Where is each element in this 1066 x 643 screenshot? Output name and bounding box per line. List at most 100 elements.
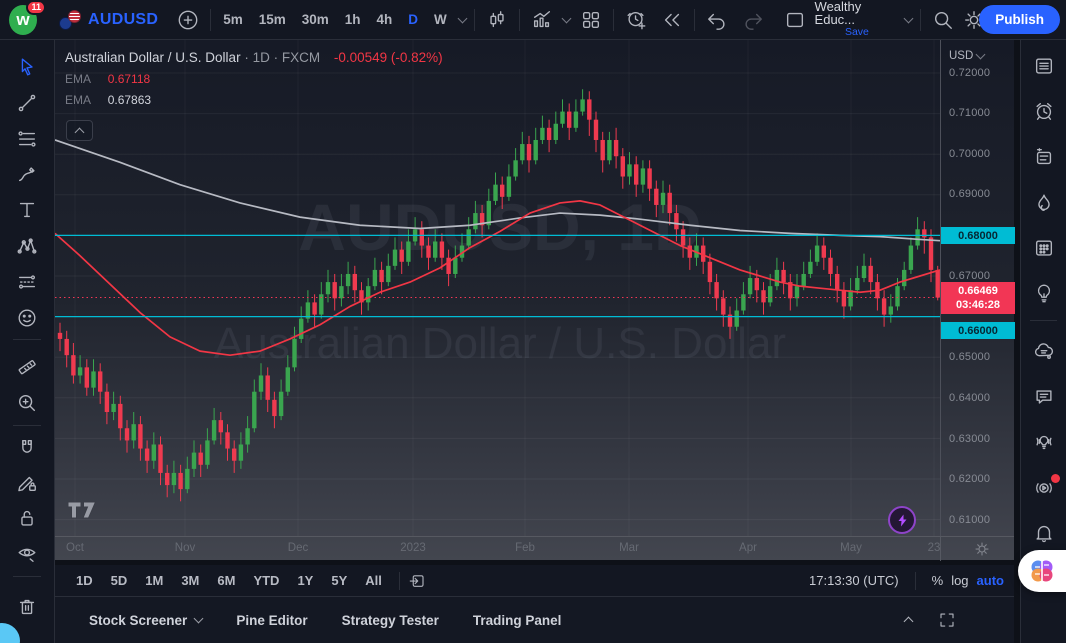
tool-ruler[interactable]: [9, 350, 45, 384]
tool-trend-line[interactable]: [9, 86, 45, 120]
goto-date-button[interactable]: [408, 572, 426, 590]
app-logo[interactable]: w 11: [9, 0, 46, 35]
range-5d[interactable]: 5D: [102, 573, 137, 588]
chart-area[interactable]: AUDUSD, 1D Australian Dollar / U.S. Dolla…: [55, 40, 1015, 561]
tool-brush[interactable]: [9, 157, 45, 191]
compare-add-button[interactable]: [170, 5, 206, 35]
tool-drawing-edit-lock[interactable]: [9, 466, 45, 500]
symbol-switcher[interactable]: AUDUSD: [59, 9, 158, 30]
panel-expand-button[interactable]: [903, 613, 914, 628]
time-axis[interactable]: Oct Nov Dec 2023 Feb Mar Apr May 23: [55, 536, 1014, 561]
range-3m[interactable]: 3M: [172, 573, 208, 588]
tab-stock-screener[interactable]: Stock Screener: [89, 613, 204, 628]
ema-row-2[interactable]: EMA 0.67863: [65, 93, 443, 107]
tool-cursor[interactable]: [9, 50, 45, 84]
sidebar-streams[interactable]: [1026, 471, 1062, 505]
layout-title[interactable]: Wealthy Educ... Save: [815, 0, 900, 39]
redo-button[interactable]: [735, 5, 771, 35]
sidebar-live-ideas[interactable]: [1026, 425, 1062, 459]
bottom-panel: Stock Screener Pine Editor Strategy Test…: [55, 597, 1014, 643]
publish-label: Publish: [995, 12, 1045, 27]
interval-1h[interactable]: 1h: [337, 6, 369, 34]
clock-utc[interactable]: 17:13:30 (UTC): [809, 573, 899, 588]
time-tick: May: [840, 542, 862, 554]
price-chart[interactable]: AUDUSD, 1D Australian Dollar / U.S. Dolla…: [55, 40, 940, 536]
axis-settings-button[interactable]: [973, 540, 991, 558]
create-alert-button[interactable]: [618, 5, 654, 35]
price-tick: 0.64000: [949, 391, 991, 404]
interval-1w[interactable]: W: [426, 6, 455, 34]
save-layout-button[interactable]: [777, 5, 813, 35]
sidebar-watchlist[interactable]: [1026, 49, 1062, 83]
tool-xabcd-pattern[interactable]: [9, 229, 45, 263]
interval-30m[interactable]: 30m: [294, 6, 337, 34]
range-5y[interactable]: 5Y: [322, 573, 356, 588]
emoji-icon: [18, 309, 36, 327]
price-axis[interactable]: USD 0.72000 0.71000 0.70000 0.69000 0.67000 0…: [940, 40, 1015, 536]
tool-lock-all[interactable]: [9, 501, 45, 535]
sidebar-notifications[interactable]: [1026, 516, 1062, 550]
tool-forecast[interactable]: [9, 265, 45, 299]
ema-row-1[interactable]: EMA 0.67118: [65, 72, 443, 86]
percent-scale-toggle[interactable]: %: [932, 573, 944, 588]
log-scale-toggle[interactable]: log: [951, 573, 968, 588]
tab-pine-editor[interactable]: Pine Editor: [236, 613, 307, 628]
range-1d[interactable]: 1D: [67, 573, 102, 588]
sidebar-ideas[interactable]: [1026, 276, 1062, 310]
sidebar-hotlists[interactable]: [1026, 186, 1062, 220]
tool-remove-all[interactable]: [9, 590, 45, 624]
instant-trading-button[interactable]: [888, 506, 916, 534]
tool-hide-all[interactable]: [9, 536, 45, 570]
grid-layout-button[interactable]: [573, 5, 609, 35]
range-ytd[interactable]: YTD: [244, 573, 288, 588]
sidebar-calendar[interactable]: [1026, 231, 1062, 265]
symbol-title-row[interactable]: Australian Dollar / U.S. Dollar · 1D · F…: [65, 50, 443, 65]
undo-button[interactable]: [699, 5, 735, 35]
layout-menu-chevron[interactable]: [901, 5, 916, 35]
tab-strategy-tester[interactable]: Strategy Tester: [342, 613, 439, 628]
legend-collapse-button[interactable]: [66, 120, 93, 141]
bar-countdown: 03:46:28: [955, 299, 1001, 311]
tool-text[interactable]: [9, 193, 45, 227]
interval-menu-chevron[interactable]: [455, 5, 470, 35]
interval-4h[interactable]: 4h: [369, 6, 401, 34]
tool-fib-retracement[interactable]: [9, 122, 45, 156]
chart-type-button[interactable]: [479, 5, 515, 35]
sidebar-chat[interactable]: [1026, 380, 1062, 414]
layout-name: Wealthy Educ...: [814, 0, 862, 27]
sidebar-minds[interactable]: [1026, 335, 1062, 369]
tab-trading-panel[interactable]: Trading Panel: [473, 613, 562, 628]
grid-layout-icon: [582, 11, 599, 28]
ai-assistant-button[interactable]: [1018, 550, 1066, 592]
brain-icon: [1031, 560, 1053, 582]
sidebar-journal[interactable]: [1026, 140, 1062, 174]
lock-icon: [21, 510, 33, 526]
currency-selector[interactable]: USD: [949, 49, 986, 62]
sidebar-alerts[interactable]: [1026, 94, 1062, 128]
tool-zoom-in[interactable]: [9, 386, 45, 420]
help-bubble-partial[interactable]: [0, 623, 20, 643]
divider: [1030, 320, 1057, 321]
interval-15m[interactable]: 15m: [251, 6, 294, 34]
interval-1d[interactable]: D: [400, 6, 426, 34]
publish-button[interactable]: Publish: [979, 5, 1061, 34]
indicators-button[interactable]: [524, 5, 560, 35]
range-1y[interactable]: 1Y: [288, 573, 322, 588]
range-6m[interactable]: 6M: [208, 573, 244, 588]
fullscreen-icon[interactable]: [938, 611, 956, 629]
tool-emoji[interactable]: [9, 301, 45, 335]
price-pane[interactable]: AUDUSD, 1D Australian Dollar / U.S. Dolla…: [55, 40, 940, 536]
tool-magnet[interactable]: [9, 431, 45, 465]
search-button[interactable]: [925, 5, 961, 35]
bar-replay-button[interactable]: [654, 5, 690, 35]
range-1m[interactable]: 1M: [136, 573, 172, 588]
range-all[interactable]: All: [356, 573, 391, 588]
plus-icon: [178, 10, 198, 29]
goto-date-icon: [409, 574, 424, 587]
alert-plus-icon: [627, 11, 646, 29]
status-bar: 1D 5D 1M 3M 6M YTD 1Y 5Y All 17:13:30 (U…: [55, 565, 1014, 597]
indicators-templates-chevron[interactable]: [560, 5, 573, 35]
auto-scale-toggle[interactable]: auto: [977, 573, 1004, 588]
interval-5m[interactable]: 5m: [215, 6, 251, 34]
save-link[interactable]: Save: [845, 26, 869, 39]
